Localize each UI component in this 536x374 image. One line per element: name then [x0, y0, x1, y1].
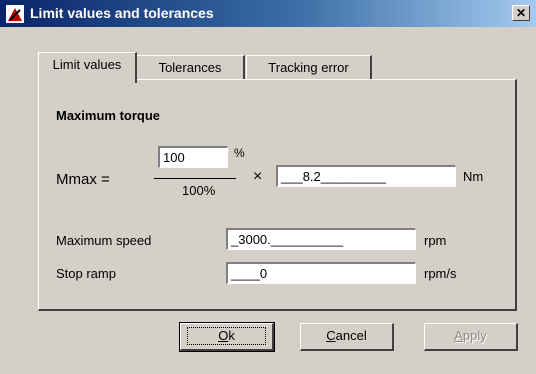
tab-limit-values-label: Limit values	[52, 57, 122, 72]
apply-label: pply	[462, 328, 487, 343]
window-title: Limit values and tolerances	[30, 5, 214, 21]
ok-button[interactable]: Ok	[179, 322, 275, 352]
torque-percent-field[interactable]: 100	[158, 146, 228, 168]
ok-label: k	[228, 328, 235, 343]
torque-unit: Nm	[463, 169, 484, 184]
denominator-label: 100%	[182, 183, 216, 198]
tab-tracking-error[interactable]: Tracking error	[246, 55, 372, 80]
tab-tracking-error-label: Tracking error	[268, 60, 349, 75]
stop-ramp-field[interactable]: ____0	[226, 262, 416, 284]
ok-mnemonic: O	[218, 328, 229, 343]
tab-tolerances-label: Tolerances	[158, 60, 222, 75]
apply-mnemonic: A	[454, 328, 463, 343]
max-speed-unit: rpm	[424, 233, 447, 248]
max-speed-field[interactable]: _3000.__________	[226, 228, 416, 250]
app-icon	[6, 5, 24, 23]
cancel-label: ancel	[335, 328, 367, 343]
apply-button[interactable]: Apply	[424, 323, 518, 351]
title-bar: Limit values and tolerances ✕	[0, 0, 536, 27]
stop-ramp-unit: rpm/s	[424, 266, 457, 281]
multiply-sign: ×	[253, 168, 263, 185]
max-speed-label: Maximum speed	[56, 233, 152, 248]
max-torque-field[interactable]: ___8.2_________	[276, 165, 456, 187]
fraction-line	[154, 178, 236, 179]
maximum-torque-heading: Maximum torque	[56, 108, 161, 123]
stop-ramp-label: Stop ramp	[56, 266, 116, 281]
percent-unit: %	[234, 146, 245, 160]
cancel-button[interactable]: Cancel	[300, 323, 394, 351]
tab-limit-values[interactable]: Limit values	[38, 52, 137, 83]
close-icon[interactable]: ✕	[512, 5, 530, 21]
ok-button-focus: Ok	[187, 327, 266, 345]
mmax-label: Mmax =	[56, 171, 110, 188]
cancel-mnemonic: C	[326, 328, 336, 343]
tab-tolerances[interactable]: Tolerances	[136, 55, 245, 80]
